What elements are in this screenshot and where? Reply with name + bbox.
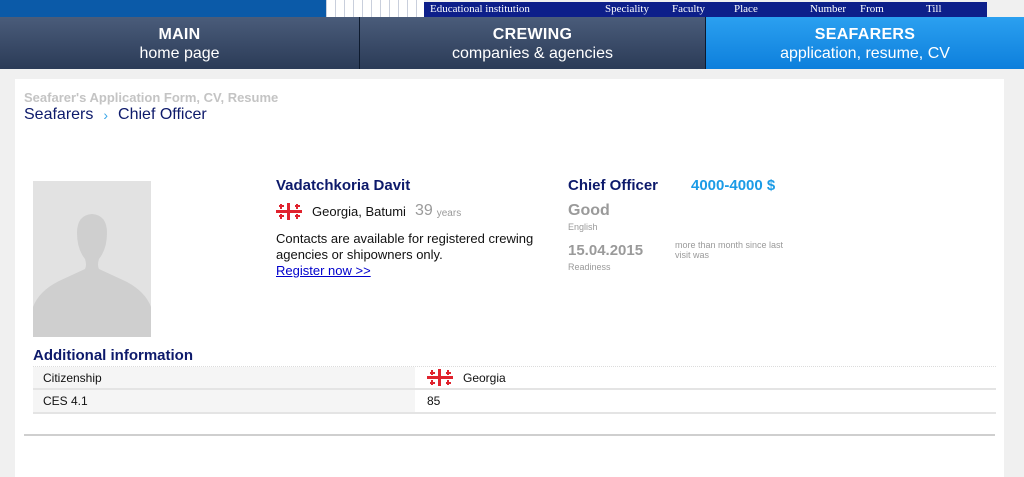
- breadcrumb: Seafarers › Chief Officer: [24, 106, 207, 124]
- avatar-placeholder: [33, 181, 151, 337]
- col-till: Till: [926, 3, 942, 15]
- row-value: 85: [427, 394, 441, 408]
- tab-seafarers-subtitle: application, resume, CV: [780, 45, 950, 62]
- tab-crewing-title: CREWING: [492, 26, 573, 43]
- location-text: Georgia, Batumi: [312, 203, 406, 219]
- col-from: From: [860, 3, 884, 15]
- age-unit: years: [436, 207, 462, 219]
- last-visit-note: more than month since last visit was: [675, 240, 784, 260]
- tab-seafarers-title: SEAFARERS: [814, 26, 916, 43]
- breadcrumb-chief-officer[interactable]: Chief Officer: [118, 106, 207, 124]
- chevron-right-icon: ›: [103, 107, 109, 123]
- col-speciality: Speciality: [605, 3, 649, 15]
- tab-main-title: MAIN: [158, 26, 201, 43]
- col-place: Place: [734, 3, 758, 15]
- tab-seafarers[interactable]: SEAFARERS application, resume, CV: [706, 17, 1024, 69]
- row-label: Citizenship: [33, 367, 415, 388]
- table-row: CES 4.1 85: [33, 390, 996, 414]
- contacts-note: Contacts are available for registered cr…: [276, 231, 534, 262]
- additional-info-table: Citizenship Georgia CES 4.1 85: [33, 366, 996, 414]
- breadcrumb-seafarers[interactable]: Seafarers: [24, 106, 93, 124]
- top-strip-blue: [0, 0, 326, 17]
- english-level: Good: [568, 202, 610, 219]
- rank-title: Chief Officer: [568, 177, 659, 194]
- col-faculty: Faculty: [672, 3, 705, 15]
- georgia-flag-icon: [427, 369, 453, 386]
- additional-info-title: Additional information: [33, 347, 193, 364]
- tab-main-subtitle: home page: [139, 45, 220, 62]
- row-value-cell: Georgia: [415, 367, 996, 388]
- col-educational-institution: Educational institution: [430, 3, 530, 15]
- main-nav: MAIN home page CREWING companies & agenc…: [0, 17, 1024, 69]
- row-label: CES 4.1: [33, 390, 415, 412]
- tab-crewing-subtitle: companies & agencies: [452, 45, 613, 62]
- row-value: Georgia: [463, 370, 506, 385]
- readiness-date: 15.04.2015: [568, 242, 644, 259]
- tab-crewing[interactable]: CREWING companies & agencies: [360, 17, 706, 69]
- georgia-flag-icon: [276, 202, 302, 220]
- section-divider: [24, 434, 995, 436]
- seafarer-location: Georgia, Batumi 39 years: [276, 202, 461, 220]
- table-row: Citizenship Georgia: [33, 366, 996, 390]
- top-strip-grid: [326, 0, 424, 17]
- seafarer-name: Vadatchkoria Davit: [276, 177, 411, 194]
- salary-value: 4000-4000 $: [691, 177, 776, 194]
- tab-main[interactable]: MAIN home page: [0, 17, 360, 69]
- profile-card: Seafarer's Application Form, CV, Resume …: [15, 79, 1004, 477]
- age-value: 39: [414, 202, 433, 219]
- top-strip: Educational institution Speciality Facul…: [0, 0, 1024, 17]
- education-table-header: Educational institution Speciality Facul…: [424, 2, 987, 17]
- person-silhouette-icon: [33, 181, 151, 337]
- register-link[interactable]: Register now >>: [276, 263, 371, 278]
- page-caption: Seafarer's Application Form, CV, Resume: [24, 90, 279, 105]
- readiness-label: Readiness: [568, 262, 611, 272]
- english-label: English: [568, 222, 598, 232]
- col-number: Number: [810, 3, 847, 15]
